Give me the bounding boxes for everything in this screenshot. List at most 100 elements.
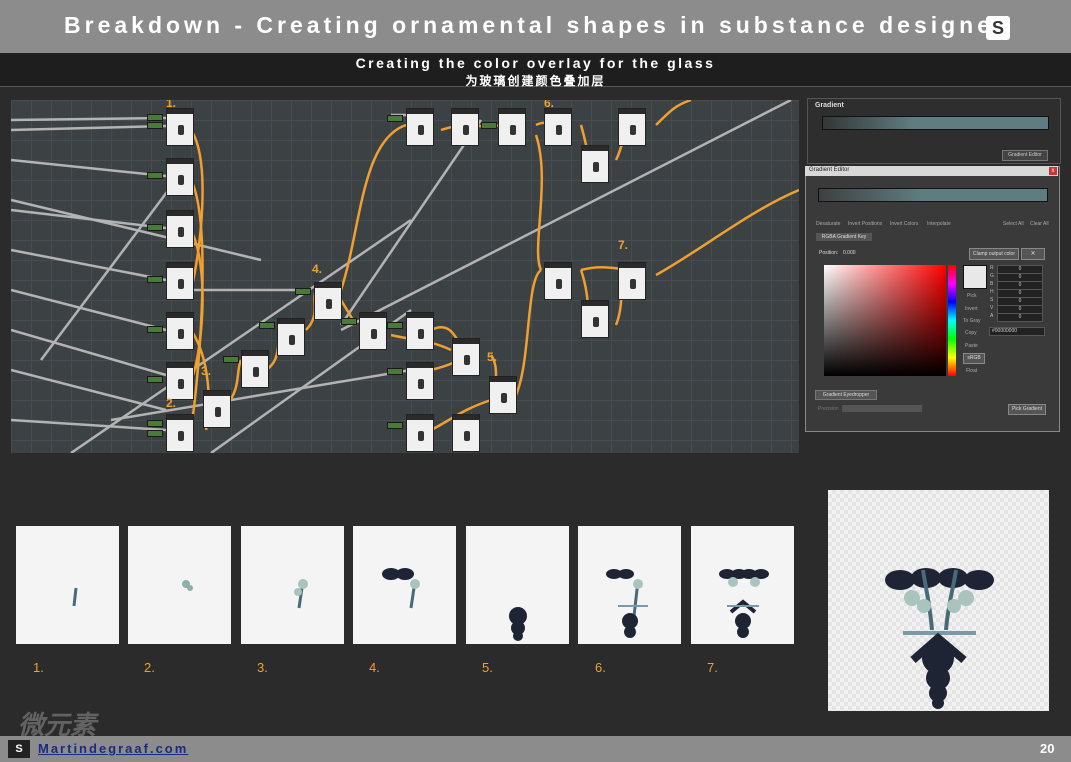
pick-gradient-button[interactable]: Pick Gradient	[1008, 404, 1046, 415]
graph-node[interactable]	[166, 210, 194, 248]
graph-node[interactable]	[581, 300, 609, 338]
input-pin[interactable]	[223, 356, 239, 363]
step-label: 2.	[144, 660, 155, 675]
input-pin[interactable]	[147, 430, 163, 437]
input-pin[interactable]	[387, 115, 403, 122]
input-pin[interactable]	[387, 368, 403, 375]
tab-rgba-gradient-key[interactable]: RGBA Gradient Key	[816, 233, 872, 241]
step-thumbnail	[353, 526, 456, 644]
graph-node[interactable]	[166, 414, 194, 452]
graph-node[interactable]	[452, 414, 480, 452]
desaturate-button[interactable]: Desaturate	[816, 221, 840, 227]
graph-node[interactable]	[166, 158, 194, 196]
graph-node[interactable]	[489, 376, 517, 414]
position-label: Position:	[819, 250, 839, 256]
input-pin[interactable]	[147, 122, 163, 129]
graph-node[interactable]	[406, 362, 434, 400]
clamp-output-color-button[interactable]: Clamp output color	[969, 248, 1019, 260]
hex-color-field[interactable]: #00000000	[989, 327, 1045, 336]
input-pin[interactable]	[147, 114, 163, 121]
color-picker-square[interactable]	[824, 265, 946, 376]
input-pin[interactable]	[147, 376, 163, 383]
graph-step-label: 5.	[487, 350, 498, 364]
select-all-button[interactable]: Select All	[1003, 221, 1024, 227]
step-thumbnail	[241, 526, 344, 644]
input-pin[interactable]	[147, 326, 163, 333]
graph-node[interactable]	[544, 262, 572, 300]
gradient-label: Gradient	[815, 102, 844, 109]
step-label: 5.	[482, 660, 493, 675]
input-pin[interactable]	[481, 122, 497, 129]
step-thumbnail	[578, 526, 681, 644]
graph-step-label: 6.	[544, 100, 555, 110]
graph-node[interactable]	[406, 108, 434, 146]
precision-slider[interactable]	[842, 405, 922, 412]
pick-button[interactable]: Pick	[967, 293, 976, 299]
hue-slider[interactable]	[948, 265, 956, 376]
to-gray-button[interactable]: To Gray	[963, 318, 981, 324]
graph-node[interactable]	[241, 350, 269, 388]
channel-field[interactable]: 0	[997, 313, 1043, 322]
invert-colors-button[interactable]: Invert Colors	[890, 221, 918, 227]
input-pin[interactable]	[387, 422, 403, 429]
interpolate-button[interactable]: Interpolate	[927, 221, 951, 227]
graph-node[interactable]	[618, 108, 646, 146]
input-pin[interactable]	[259, 322, 275, 329]
precision-label: Precision	[818, 406, 839, 412]
graph-node[interactable]	[359, 312, 387, 350]
gradient-bar[interactable]	[822, 116, 1049, 130]
graph-node[interactable]	[203, 390, 231, 428]
close-picker-button[interactable]: ✕	[1021, 248, 1045, 260]
clear-all-button[interactable]: Clear All	[1030, 221, 1049, 227]
page-number: 20	[1040, 741, 1055, 756]
float-button[interactable]: Float	[966, 368, 977, 374]
graph-node[interactable]	[166, 262, 194, 300]
graph-node[interactable]	[451, 108, 479, 146]
editor-title: Gradient Editor	[809, 167, 850, 173]
shape-preview	[382, 568, 420, 609]
gradient-editor-button[interactable]: Gradient Editor	[1002, 150, 1048, 161]
website-link[interactable]: Martindegraaf.com	[38, 741, 188, 756]
close-icon[interactable]: x	[1049, 167, 1057, 175]
input-pin[interactable]	[147, 224, 163, 231]
graph-node[interactable]	[544, 108, 572, 146]
input-pin[interactable]	[341, 318, 357, 325]
gradient-eyedropper-button[interactable]: Gradient Eyedropper	[815, 390, 877, 400]
shape-preview	[182, 580, 193, 591]
input-pin[interactable]	[295, 288, 311, 295]
step-label: 7.	[707, 660, 718, 675]
graph-node[interactable]	[406, 312, 434, 350]
graph-step-label: 1.	[166, 100, 177, 110]
node-graph[interactable]: 1. 2. 3. 4. 5. 6. 7.	[11, 100, 799, 453]
step-thumbnail	[691, 526, 794, 644]
input-pin[interactable]	[147, 172, 163, 179]
input-pin[interactable]	[147, 276, 163, 283]
graph-node[interactable]	[498, 108, 526, 146]
substance-logo-icon: S	[8, 740, 30, 758]
position-value[interactable]: 0.000	[843, 250, 856, 256]
graph-node[interactable]	[166, 362, 194, 400]
graph-node[interactable]	[277, 318, 305, 356]
graph-node[interactable]	[452, 338, 480, 376]
graph-node[interactable]	[166, 312, 194, 350]
graph-node[interactable]	[314, 282, 342, 320]
shape-preview	[294, 579, 308, 609]
step-label: 1.	[33, 660, 44, 675]
step-label: 4.	[369, 660, 380, 675]
graph-step-label: 2.	[166, 396, 177, 410]
editor-gradient-bar[interactable]	[818, 188, 1048, 202]
input-pin[interactable]	[387, 322, 403, 329]
input-pin[interactable]	[147, 420, 163, 427]
page-title: Breakdown - Creating ornamental shapes i…	[64, 12, 1007, 38]
shape-preview	[606, 569, 648, 638]
step-label: 3.	[257, 660, 268, 675]
graph-node[interactable]	[618, 262, 646, 300]
graph-node[interactable]	[406, 414, 434, 452]
graph-node[interactable]	[581, 145, 609, 183]
invert-positions-button[interactable]: Invert Positions	[848, 221, 882, 227]
srgb-button[interactable]: sRGB	[963, 353, 985, 364]
invert-button[interactable]: Invert	[965, 306, 978, 312]
graph-node[interactable]	[166, 108, 194, 146]
paste-button[interactable]: Paste	[965, 343, 978, 349]
copy-button[interactable]: Copy	[965, 330, 977, 336]
